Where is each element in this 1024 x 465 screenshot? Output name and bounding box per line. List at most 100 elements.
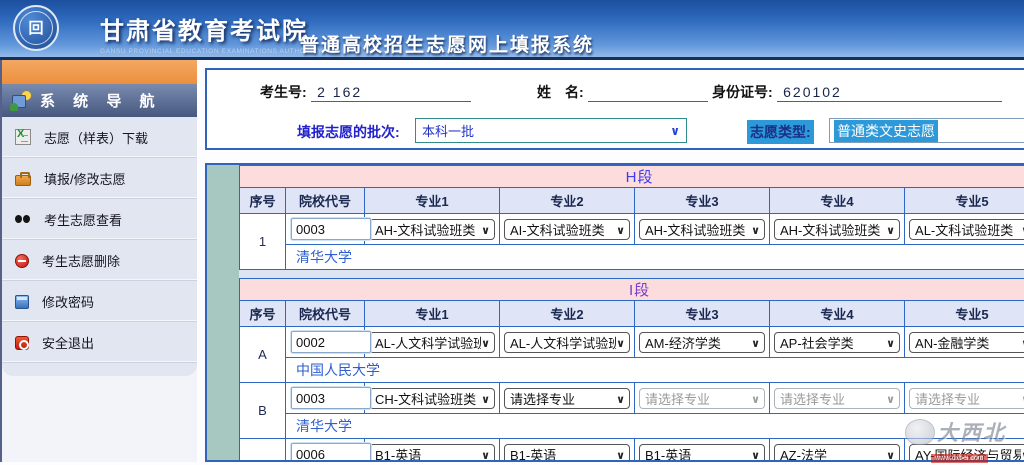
college-code-input[interactable] xyxy=(291,443,371,462)
major-select[interactable]: AN-金融学类 xyxy=(909,332,1024,353)
navigation-icon xyxy=(10,91,32,111)
authority-name-en: GANSU PROVINCIAL EDUCATION EXAMINATIONS … xyxy=(100,48,323,55)
row-seq: 1 xyxy=(240,214,286,270)
column-header: 专业4 xyxy=(770,188,905,214)
major-select[interactable]: AI-文科试验班类 xyxy=(504,219,630,240)
chevron-down-icon xyxy=(751,447,760,462)
sidebar-item-fill-modify[interactable]: 填报/修改志愿 xyxy=(2,158,197,199)
sidebar-item-logout[interactable]: 安全退出 xyxy=(2,322,197,363)
chevron-down-icon xyxy=(616,391,625,406)
major-select-value: AM-经济学类 xyxy=(645,333,751,352)
name-value xyxy=(588,100,708,102)
major-select[interactable]: 请选择专业 xyxy=(909,388,1024,409)
major-select-value: AH-文科试验班类 xyxy=(780,220,886,239)
top-banner: 回 甘肃省教育考试院 GANSU PROVINCIAL EDUCATION EX… xyxy=(0,0,1024,57)
sidebar-item-download-sample[interactable]: 志愿（样表）下载 xyxy=(2,117,197,158)
column-header: 院校代号 xyxy=(286,188,365,214)
column-header: 专业5 xyxy=(905,301,1024,327)
batch-row: 填报志愿的批次: 本科一批 志愿类型: 普通类文史志愿 xyxy=(207,118,1024,144)
sidebar-item-change-password[interactable]: 修改密码 xyxy=(2,281,197,322)
volunteer-type-input[interactable]: 普通类文史志愿 xyxy=(829,118,1024,143)
sidebar-footer xyxy=(2,363,197,376)
college-code-input[interactable] xyxy=(291,331,371,353)
university-name-link[interactable]: 清华大学 xyxy=(286,249,352,265)
batch-label: 填报志愿的批次: xyxy=(297,122,400,142)
major-select[interactable]: AH-文科试验班类 xyxy=(369,219,495,240)
university-name-link[interactable]: 中国人民大学 xyxy=(286,362,380,378)
major-select[interactable]: AY-国际经济与贸易 xyxy=(909,444,1024,463)
batch-select-value: 本科一批 xyxy=(422,121,670,140)
table-row: 1 AH-文科试验班类 AI-文科试验班类 AH-文科试验班类 AH-文科试验班… xyxy=(240,214,1024,245)
sidebar-item-label: 志愿（样表）下载 xyxy=(44,128,148,147)
volunteer-type-value: 普通类文史志愿 xyxy=(834,120,938,142)
id-number-value: 620102 xyxy=(777,84,1002,102)
major-select[interactable]: CH-文科试验班类 xyxy=(369,388,495,409)
candidate-info-row: 考生号: 2 162 姓 名: 身份证号: 620102 xyxy=(207,82,1024,104)
chevron-down-icon xyxy=(751,335,760,350)
major-select-value: 请选择专业 xyxy=(510,389,616,408)
table-left-spacer xyxy=(207,165,239,460)
delete-icon xyxy=(15,254,29,268)
chevron-down-icon xyxy=(886,335,895,350)
batch-select[interactable]: 本科一批 xyxy=(415,118,687,143)
major-select-value: 请选择专业 xyxy=(645,389,751,408)
chevron-down-icon xyxy=(886,222,895,237)
column-header: 专业1 xyxy=(365,301,500,327)
major-select[interactable]: AL-人文科学试验班 xyxy=(369,332,495,353)
sidebar-item-label: 考生志愿查看 xyxy=(44,210,122,229)
major-select[interactable]: B1-英语 xyxy=(504,444,630,463)
notepad-icon xyxy=(15,295,29,309)
sidebar-item-view[interactable]: 考生志愿查看 xyxy=(2,199,197,240)
major-select-value: AL-文科试验班类 xyxy=(915,220,1021,239)
university-name-link[interactable]: 清华大学 xyxy=(286,418,352,434)
major-select-value: AN-金融学类 xyxy=(915,333,1021,352)
logo-emblem-icon: 回 xyxy=(28,21,43,36)
sidebar: 系 统 导 航 志愿（样表）下载 填报/修改志愿 考生志愿查看 考生志愿删除 修… xyxy=(0,60,197,462)
major-select[interactable]: AL-文科试验班类 xyxy=(909,219,1024,240)
major-select[interactable]: AH-文科试验班类 xyxy=(774,219,900,240)
major-select-value: AL-人文科学试验班 xyxy=(375,333,481,352)
college-code-input[interactable] xyxy=(291,218,371,240)
exit-icon xyxy=(15,336,29,350)
authority-name-block: 甘肃省教育考试院 GANSU PROVINCIAL EDUCATION EXAM… xyxy=(100,11,323,55)
section-h-table: H段 序号 院校代号 专业1 专业2 专业3 专业4 专业5 1 AH-文科试验… xyxy=(239,165,1024,270)
sidebar-item-label: 安全退出 xyxy=(42,333,94,352)
major-select[interactable]: B1-英语 xyxy=(639,444,765,463)
column-header: 专业3 xyxy=(635,188,770,214)
row-seq: C xyxy=(240,439,286,463)
table-row: B CH-文科试验班类 请选择专业 请选择专业 请选择专业 请选择专业 xyxy=(240,383,1024,414)
major-select-value: AI-文科试验班类 xyxy=(510,220,616,239)
major-select-value: AL-人文科学试验班 xyxy=(510,333,616,352)
major-select[interactable]: 请选择专业 xyxy=(504,388,630,409)
name-label: 姓 名: xyxy=(537,84,584,100)
college-code-input[interactable] xyxy=(291,387,371,409)
major-select[interactable]: AH-文科试验班类 xyxy=(639,219,765,240)
major-select[interactable]: B1-英语 xyxy=(369,444,495,463)
major-select[interactable]: AM-经济学类 xyxy=(639,332,765,353)
major-select-value: B1-英语 xyxy=(375,445,481,463)
major-select[interactable]: 请选择专业 xyxy=(774,388,900,409)
major-select[interactable]: AL-人文科学试验班 xyxy=(504,332,630,353)
volunteer-table-container: H段 序号 院校代号 专业1 专业2 专业3 专业4 专业5 1 AH-文科试验… xyxy=(205,163,1024,462)
chevron-down-icon xyxy=(670,122,680,140)
major-select-value: 请选择专业 xyxy=(915,389,1021,408)
column-header: 序号 xyxy=(240,188,286,214)
sidebar-item-delete[interactable]: 考生志愿删除 xyxy=(2,240,197,281)
section-i-table: I段 序号 院校代号 专业1 专业2 专业3 专业4 专业5 A AL-人文科学… xyxy=(239,278,1024,462)
system-title: 普通高校招生志愿网上填报系统 xyxy=(300,30,594,57)
chevron-down-icon xyxy=(481,447,490,462)
sidebar-orange-bar xyxy=(2,60,197,84)
chevron-down-icon xyxy=(886,447,895,462)
sidebar-nav-header: 系 统 导 航 xyxy=(2,84,197,117)
candidate-info-panel: 考生号: 2 162 姓 名: 身份证号: 620102 填报志愿的批次: 本科… xyxy=(205,68,1024,150)
chevron-down-icon xyxy=(481,391,490,406)
chevron-down-icon xyxy=(751,391,760,406)
major-select-value: CH-文科试验班类 xyxy=(375,389,481,408)
briefcase-icon xyxy=(15,175,31,186)
major-select[interactable]: AZ-法学 xyxy=(774,444,900,463)
sidebar-nav-title: 系 统 导 航 xyxy=(40,90,162,111)
column-header: 专业5 xyxy=(905,188,1024,214)
major-select-value: AY-国际经济与贸易 xyxy=(915,445,1021,463)
major-select[interactable]: 请选择专业 xyxy=(639,388,765,409)
major-select[interactable]: AP-社会学类 xyxy=(774,332,900,353)
